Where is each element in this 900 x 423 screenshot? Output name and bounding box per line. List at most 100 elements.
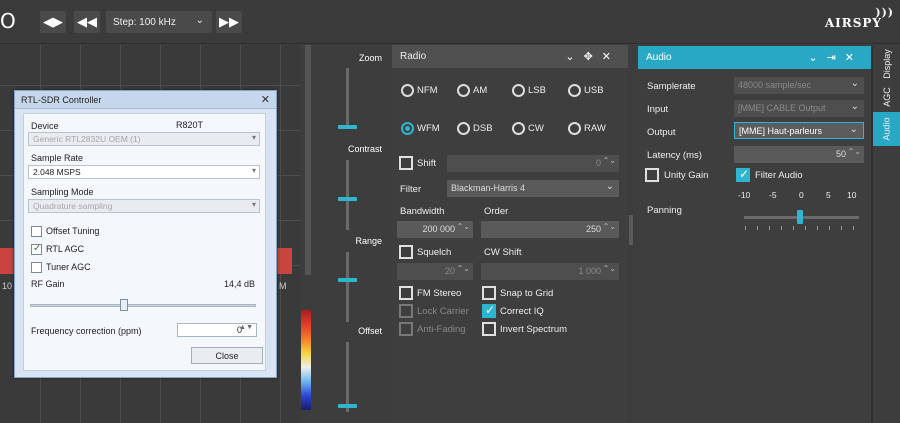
shift-value: 0: [595, 158, 601, 168]
chevron-down-icon: ⌄: [195, 15, 204, 26]
pin-icon[interactable]: ✥: [584, 51, 602, 63]
pin-icon[interactable]: ⇥: [827, 52, 845, 64]
samplerate-select[interactable]: 48000 sample/sec ⌄: [734, 77, 864, 94]
fm-stereo-checkbox[interactable]: [399, 286, 413, 300]
close-icon[interactable]: ✕: [261, 93, 270, 106]
tune-left-right-button[interactable]: ◀▶: [40, 11, 66, 33]
mode-label: CW: [528, 123, 544, 134]
input-select[interactable]: [MME] CABLE Output ⌄: [734, 100, 864, 117]
mode-am-radio[interactable]: AM: [457, 84, 487, 97]
unity-gain-checkbox[interactable]: [645, 168, 659, 182]
bandwidth-input[interactable]: 200 000 ⌃⌄: [397, 221, 473, 238]
range-slider-track[interactable]: [346, 252, 349, 322]
tab-audio[interactable]: Audio: [873, 112, 900, 146]
spinner-icon: ⌃⌄: [456, 222, 470, 231]
rf-gain-slider-thumb[interactable]: [120, 299, 128, 311]
rf-gain-slider-track[interactable]: [30, 304, 256, 307]
zoom-label: Zoom: [358, 53, 382, 63]
shift-label: Shift: [417, 158, 437, 169]
offset-slider-track[interactable]: [346, 342, 349, 412]
output-select[interactable]: [MME] Haut-parleurs ⌄: [734, 122, 864, 139]
zoom-slider-track[interactable]: [346, 68, 349, 128]
mode-nfm-radio[interactable]: NFM: [401, 84, 438, 97]
contrast-slider-thumb[interactable]: [338, 197, 357, 201]
chevron-down-icon[interactable]: ⌄: [808, 52, 826, 64]
sampling-mode-label: Sampling Mode: [31, 187, 94, 197]
mode-wfm-radio[interactable]: WFM: [401, 122, 440, 135]
rf-gain-label: RF Gain: [31, 279, 65, 289]
grid-line: [0, 85, 300, 86]
tab-agc[interactable]: AGC: [873, 82, 900, 112]
chevron-down-icon[interactable]: ⌄: [565, 51, 583, 63]
squelch-input[interactable]: 20 ⌃⌄: [397, 263, 473, 280]
shift-checkbox[interactable]: [399, 156, 413, 170]
fast-forward-button[interactable]: ▶▶: [216, 11, 242, 33]
squelch-value: 20: [444, 266, 455, 276]
tab-label: Audio: [881, 117, 892, 141]
offset-slider-thumb[interactable]: [338, 404, 357, 408]
offset-tuning-checkbox[interactable]: [31, 226, 42, 237]
chevron-down-icon: ⌄: [849, 124, 858, 135]
correct-iq-checkbox[interactable]: [482, 303, 496, 318]
spinner-icon: ⌃⌄: [602, 264, 616, 273]
panning-tick: [781, 226, 782, 230]
tuner-agc-checkbox[interactable]: [31, 262, 42, 273]
panning-tick-label: -10: [738, 190, 751, 200]
mode-dsb-radio[interactable]: DSB: [457, 122, 493, 135]
squelch-label: Squelch: [417, 247, 452, 258]
panning-slider-thumb[interactable]: [797, 210, 803, 224]
range-slider-thumb[interactable]: [338, 278, 357, 282]
panel-header-icons: ⌄⇥✕: [808, 51, 863, 64]
snap-to-grid-label: Snap to Grid: [500, 288, 554, 299]
order-value: 250: [585, 224, 601, 234]
logo-text: AIRSPY: [824, 16, 882, 30]
filter-select[interactable]: Blackman-Harris 4 ⌄: [447, 180, 619, 197]
panning-tick: [793, 226, 794, 230]
device-select[interactable]: Generic RTL2832U OEM (1) ▾: [28, 132, 260, 146]
frequency-correction-input[interactable]: 0 ▲▼: [177, 323, 257, 337]
squelch-checkbox[interactable]: [399, 245, 413, 259]
mode-cw-radio[interactable]: CW: [512, 122, 544, 135]
chevron-down-icon: ⌄: [605, 181, 614, 192]
sample-rate-select[interactable]: 2.048 MSPS ▾: [28, 165, 260, 179]
rtl-agc-checkbox[interactable]: ✓: [31, 243, 42, 255]
fast-forward-icon: ▶▶: [219, 14, 239, 29]
mode-lsb-radio[interactable]: LSB: [512, 84, 546, 97]
shift-input[interactable]: 0 ⌃⌄: [447, 155, 619, 172]
rf-gain-value: 14,4 dB: [224, 279, 256, 289]
radio-panel-title: Radio: [400, 51, 427, 62]
rewind-icon: ◀◀: [77, 14, 97, 29]
rewind-button[interactable]: ◀◀: [74, 11, 100, 33]
panning-tick: [829, 226, 830, 230]
invert-spectrum-checkbox[interactable]: [482, 322, 496, 336]
close-icon[interactable]: ✕: [602, 51, 620, 63]
lock-carrier-checkbox[interactable]: [399, 304, 413, 318]
spinner-icon: ⌃⌄: [847, 147, 861, 156]
latency-input[interactable]: 50 ⌃⌄: [734, 146, 864, 163]
lock-carrier-label: Lock Carrier: [417, 306, 469, 317]
play-stop-icon[interactable]: O: [0, 9, 16, 33]
samplerate-label: Samplerate: [647, 81, 696, 92]
anti-fading-checkbox[interactable]: [399, 322, 413, 336]
snap-to-grid-checkbox[interactable]: [482, 286, 496, 300]
filter-audio-checkbox[interactable]: [736, 167, 750, 182]
mode-usb-radio[interactable]: USB: [568, 84, 604, 97]
cw-shift-input[interactable]: 1 000 ⌃⌄: [481, 263, 619, 280]
close-button[interactable]: Close: [191, 347, 263, 364]
main-toolbar: O ◀▶ ◀◀ Step: 100 kHz ⌄ ▶▶ AIRSPY ))): [0, 0, 900, 44]
panel-splitter[interactable]: [629, 215, 633, 245]
mode-label: USB: [584, 85, 604, 96]
range-label: Range: [355, 236, 382, 246]
contrast-slider-track[interactable]: [346, 160, 349, 230]
zoom-slider-thumb[interactable]: [338, 125, 357, 129]
sampling-mode-select[interactable]: Quadrature sampling ▾: [28, 199, 260, 213]
chevron-down-icon: ⌄: [850, 101, 859, 112]
chevron-down-icon: ▾: [251, 166, 256, 175]
mode-raw-radio[interactable]: RAW: [568, 122, 606, 135]
radio-circle: [457, 84, 470, 97]
airspy-logo: AIRSPY ))): [824, 6, 893, 30]
tab-display[interactable]: Display: [873, 46, 900, 82]
close-icon[interactable]: ✕: [845, 52, 863, 64]
step-dropdown[interactable]: Step: 100 kHz ⌄: [106, 11, 212, 33]
order-input[interactable]: 250 ⌃⌄: [481, 221, 619, 238]
